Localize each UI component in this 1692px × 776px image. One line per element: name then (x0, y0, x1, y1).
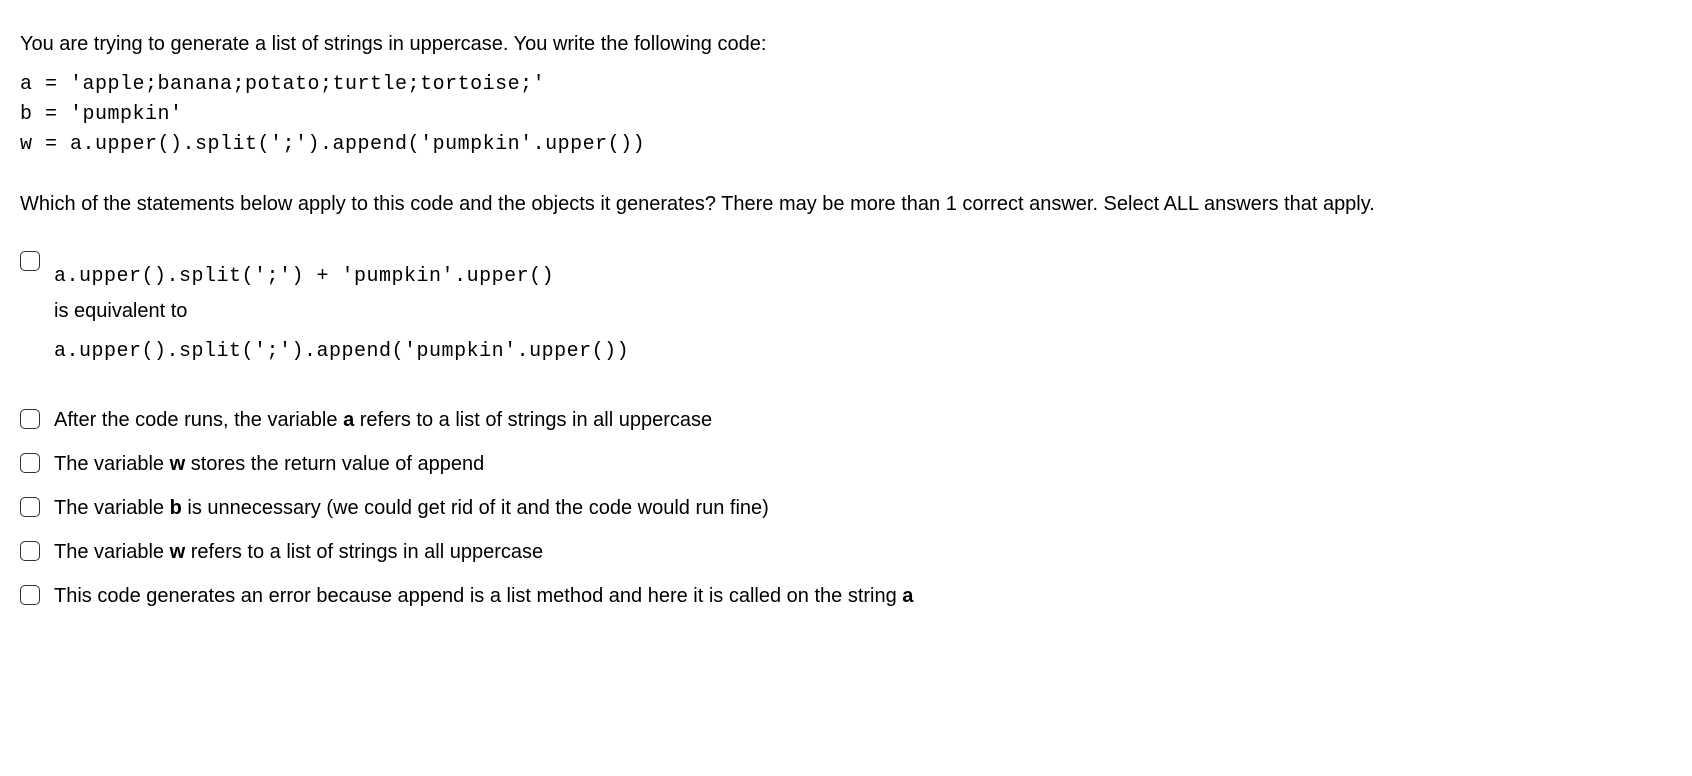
intro-text: You are trying to generate a list of str… (20, 30, 1672, 58)
checkbox-3[interactable] (20, 453, 40, 473)
option-1-code-1: a.upper().split(';') + 'pumpkin'.upper() (54, 260, 1672, 294)
checkbox-2[interactable] (20, 409, 40, 429)
option-4-post: is unnecessary (we could get rid of it a… (182, 497, 769, 519)
code-line-2: b = 'pumpkin' (20, 103, 183, 126)
option-3-bold: w (170, 453, 186, 475)
option-2-post: refers to a list of strings in all upper… (354, 409, 712, 431)
option-5-pre: The variable (54, 541, 170, 563)
option-6-pre: This code generates an error because app… (54, 585, 902, 607)
option-3: The variable w stores the return value o… (20, 450, 1672, 478)
checkbox-6[interactable] (20, 585, 40, 605)
checkbox-1[interactable] (20, 251, 40, 271)
code-line-3: w = a.upper().split(';').append('pumpkin… (20, 133, 645, 156)
option-4: The variable b is unnecessary (we could … (20, 494, 1672, 522)
option-6-bold: a (902, 585, 913, 607)
option-1: a.upper().split(';') + 'pumpkin'.upper()… (20, 248, 1672, 366)
option-5: The variable w refers to a list of strin… (20, 538, 1672, 566)
option-1-content: a.upper().split(';') + 'pumpkin'.upper()… (54, 248, 1672, 366)
option-1-text: is equivalent to (54, 294, 1672, 328)
option-2: After the code runs, the variable a refe… (20, 406, 1672, 434)
option-3-content: The variable w stores the return value o… (54, 450, 1672, 478)
option-5-bold: w (170, 541, 186, 563)
option-6: This code generates an error because app… (20, 582, 1672, 610)
option-4-bold: b (170, 497, 182, 519)
code-block: a = 'apple;banana;potato;turtle;tortoise… (20, 70, 1672, 160)
option-4-pre: The variable (54, 497, 170, 519)
option-2-content: After the code runs, the variable a refe… (54, 406, 1672, 434)
option-3-pre: The variable (54, 453, 170, 475)
question-text: Which of the statements below apply to t… (20, 190, 1672, 218)
option-2-pre: After the code runs, the variable (54, 409, 343, 431)
option-3-post: stores the return value of append (185, 453, 484, 475)
checkbox-4[interactable] (20, 497, 40, 517)
option-2-bold: a (343, 409, 354, 431)
code-line-1: a = 'apple;banana;potato;turtle;tortoise… (20, 73, 545, 96)
option-5-content: The variable w refers to a list of strin… (54, 538, 1672, 566)
option-5-post: refers to a list of strings in all upper… (185, 541, 543, 563)
checkbox-5[interactable] (20, 541, 40, 561)
option-6-content: This code generates an error because app… (54, 582, 1672, 610)
option-1-code-2: a.upper().split(';').append('pumpkin'.up… (54, 338, 1672, 366)
option-4-content: The variable b is unnecessary (we could … (54, 494, 1672, 522)
